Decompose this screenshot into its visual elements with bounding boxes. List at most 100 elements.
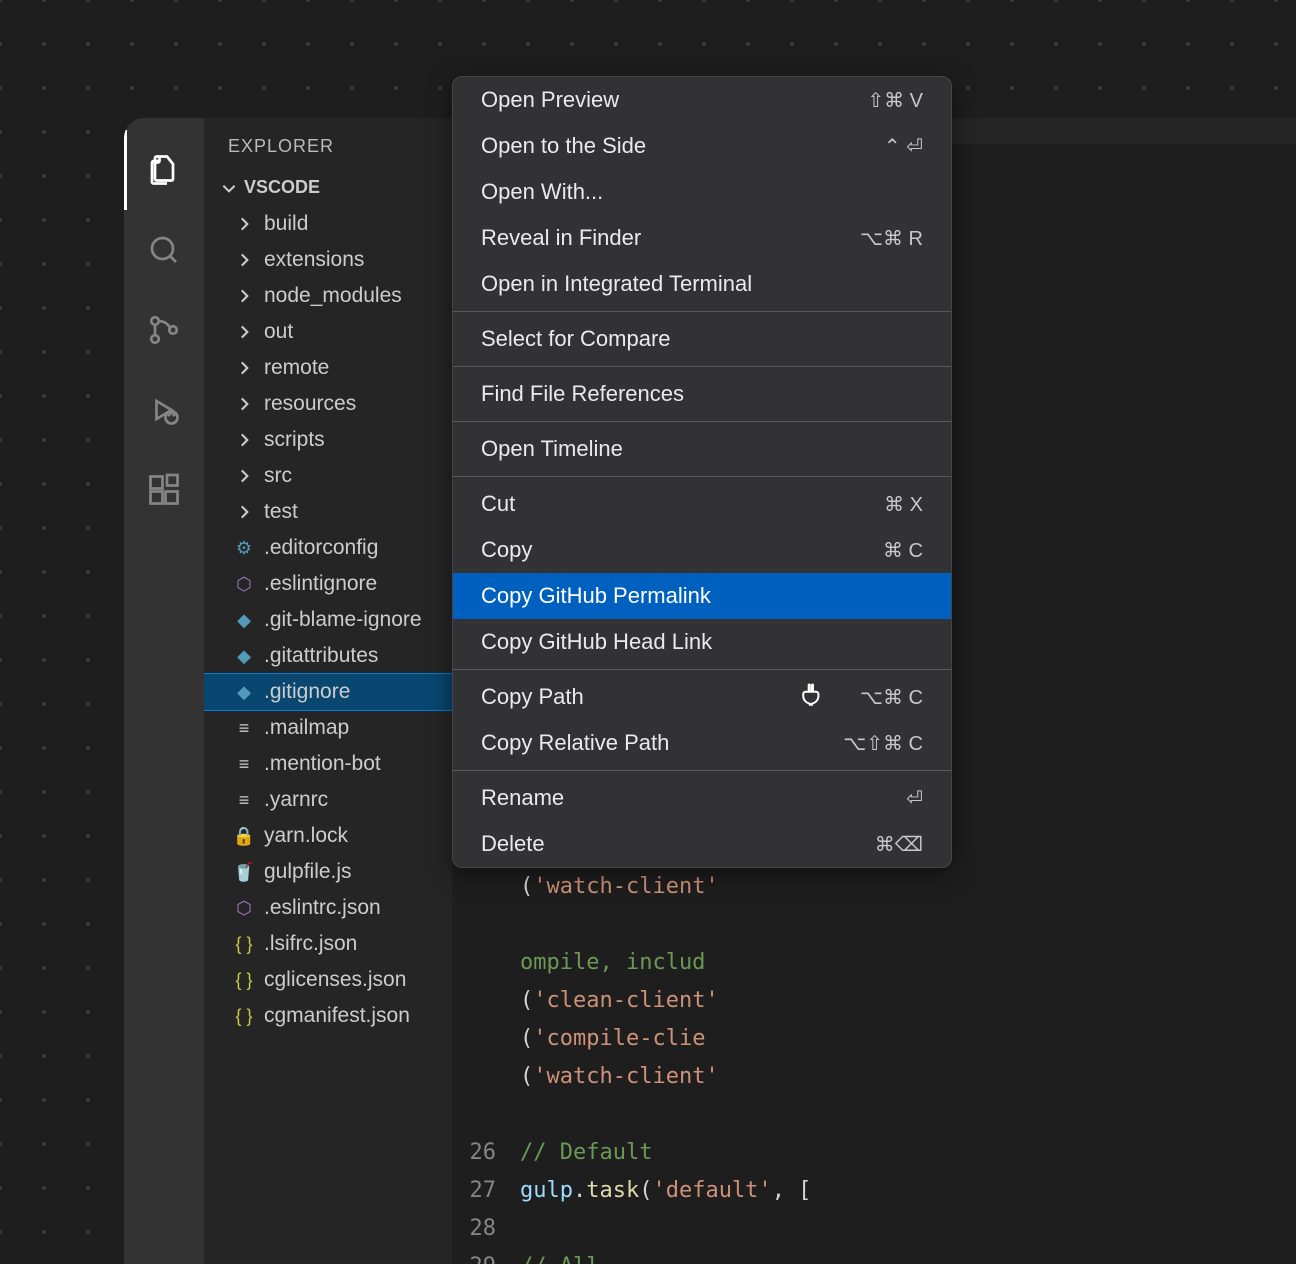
chevron-right-icon: [232, 287, 256, 305]
file-name: .eslintignore: [264, 572, 377, 596]
tree-file[interactable]: ⬡.eslintignore: [204, 566, 452, 602]
menu-item-label: Delete: [481, 831, 545, 857]
explorer-activity-icon[interactable]: [124, 130, 204, 210]
menu-item[interactable]: Copy Relative Path⌥⇧⌘ C: [453, 720, 951, 766]
tree-folder[interactable]: remote: [204, 350, 452, 386]
source-control-activity-icon[interactable]: [124, 290, 204, 370]
file-tree: build extensions node_modulesout remote reso…: [204, 206, 452, 1264]
folder-name: out: [264, 320, 293, 344]
file-name: gulpfile.js: [264, 860, 352, 884]
menu-item-label: Copy: [481, 537, 532, 563]
file-icon: ◆: [232, 682, 256, 703]
file-name: .lsifrc.json: [264, 932, 357, 956]
context-menu: Open Preview⇧⌘ VOpen to the Side⌃ ⏎Open …: [452, 76, 952, 868]
menu-item[interactable]: Open to the Side⌃ ⏎: [453, 123, 951, 169]
tree-folder[interactable]: scripts: [204, 422, 452, 458]
file-name: cgmanifest.json: [264, 1004, 410, 1028]
tree-file[interactable]: ◆.git-blame-ignore: [204, 602, 452, 638]
menu-item[interactable]: Open Timeline: [453, 426, 951, 472]
tree-file[interactable]: ≡ .mention-bot: [204, 746, 452, 782]
file-icon: ≡: [232, 754, 256, 775]
menu-item-label: Rename: [481, 785, 564, 811]
tree-folder[interactable]: extensions: [204, 242, 452, 278]
menu-item-shortcut: ⌥⌘ C: [860, 685, 923, 710]
menu-item[interactable]: Select for Compare: [453, 316, 951, 362]
menu-item-label: Open Preview: [481, 87, 619, 113]
file-icon: ⬡: [232, 898, 256, 919]
search-activity-icon[interactable]: [124, 210, 204, 290]
extensions-activity-icon[interactable]: [124, 450, 204, 530]
file-icon: { }: [232, 1006, 256, 1027]
menu-item-label: Find File References: [481, 381, 684, 407]
menu-item-label: Copy Path: [481, 684, 584, 710]
tree-file[interactable]: ⚙.editorconfig: [204, 530, 452, 566]
folder-name: test: [264, 500, 298, 524]
file-name: yarn.lock: [264, 824, 348, 848]
menu-item[interactable]: Cut⌘ X: [453, 481, 951, 527]
tree-file[interactable]: { }.lsifrc.json: [204, 926, 452, 962]
folder-name: extensions: [264, 248, 364, 272]
menu-item-shortcut: ⌥⇧⌘ C: [843, 731, 923, 756]
project-name: VSCODE: [244, 177, 320, 198]
tree-file[interactable]: ◆.gitattributes: [204, 638, 452, 674]
debug-activity-icon[interactable]: [124, 370, 204, 450]
menu-item[interactable]: Copy GitHub Head Link: [453, 619, 951, 665]
activity-bar: [124, 118, 204, 1264]
folder-name: scripts: [264, 428, 325, 452]
menu-item[interactable]: Open Preview ⇧⌘ V: [453, 77, 951, 123]
tree-file[interactable]: 🔒yarn.lock: [204, 818, 452, 854]
menu-item-label: Open Timeline: [481, 436, 623, 462]
menu-item-shortcut: ⇧⌘ V: [867, 88, 923, 113]
menu-item-label: Open With...: [481, 179, 603, 205]
file-icon: ◆: [232, 646, 256, 667]
menu-item[interactable]: Reveal in Finder⌥⌘ R: [453, 215, 951, 261]
menu-separator: [453, 770, 951, 771]
tree-file[interactable]: { } cglicenses.json: [204, 962, 452, 998]
menu-item-label: Select for Compare: [481, 326, 671, 352]
tree-folder[interactable]: resources: [204, 386, 452, 422]
menu-item[interactable]: Delete⌘⌫: [453, 821, 951, 867]
tree-folder[interactable]: out: [204, 314, 452, 350]
menu-item[interactable]: Copy ⌘ C: [453, 527, 951, 573]
tree-file[interactable]: ≡.mailmap: [204, 710, 452, 746]
cursor-icon: [800, 682, 826, 715]
menu-item[interactable]: Find File References: [453, 371, 951, 417]
file-icon: { }: [232, 970, 256, 991]
menu-item[interactable]: Copy GitHub Permalink: [453, 573, 951, 619]
file-icon: 🥤: [232, 862, 256, 883]
tree-folder[interactable]: test: [204, 494, 452, 530]
menu-item[interactable]: Rename⏎: [453, 775, 951, 821]
tree-folder[interactable]: node_modules: [204, 278, 452, 314]
tree-file[interactable]: ◆.gitignore: [204, 674, 452, 710]
folder-name: remote: [264, 356, 329, 380]
folder-name: build: [264, 212, 308, 236]
chevron-right-icon: [232, 467, 256, 485]
menu-item-label: Open in Integrated Terminal: [481, 271, 752, 297]
menu-item[interactable]: Open in Integrated Terminal: [453, 261, 951, 307]
menu-item-shortcut: ⌘ C: [883, 538, 923, 563]
tree-folder[interactable]: src: [204, 458, 452, 494]
explorer-sidebar: EXPLORER VSCODE build extensions node_modu…: [204, 118, 452, 1264]
menu-item-label: Copy GitHub Permalink: [481, 583, 711, 609]
sidebar-title: EXPLORER: [204, 118, 452, 169]
menu-item-label: Open to the Side: [481, 133, 646, 159]
menu-separator: [453, 311, 951, 312]
tree-folder[interactable]: build: [204, 206, 452, 242]
tree-file[interactable]: { } cgmanifest.json: [204, 998, 452, 1034]
tree-file[interactable]: 🥤 gulpfile.js: [204, 854, 452, 890]
project-header[interactable]: VSCODE: [204, 169, 452, 206]
chevron-right-icon: [232, 215, 256, 233]
menu-item-label: Copy GitHub Head Link: [481, 629, 712, 655]
file-name: .mailmap: [264, 716, 349, 740]
chevron-down-icon: [220, 179, 238, 197]
tree-file[interactable]: ≡.yarnrc: [204, 782, 452, 818]
file-icon: ≡: [232, 790, 256, 811]
menu-item[interactable]: Open With...: [453, 169, 951, 215]
tree-file[interactable]: ⬡ .eslintrc.json: [204, 890, 452, 926]
file-name: .eslintrc.json: [264, 896, 381, 920]
chevron-right-icon: [232, 251, 256, 269]
file-name: .mention-bot: [264, 752, 381, 776]
menu-item[interactable]: Copy Path ⌥⌘ C: [453, 674, 951, 720]
chevron-right-icon: [232, 323, 256, 341]
file-name: cglicenses.json: [264, 968, 406, 992]
